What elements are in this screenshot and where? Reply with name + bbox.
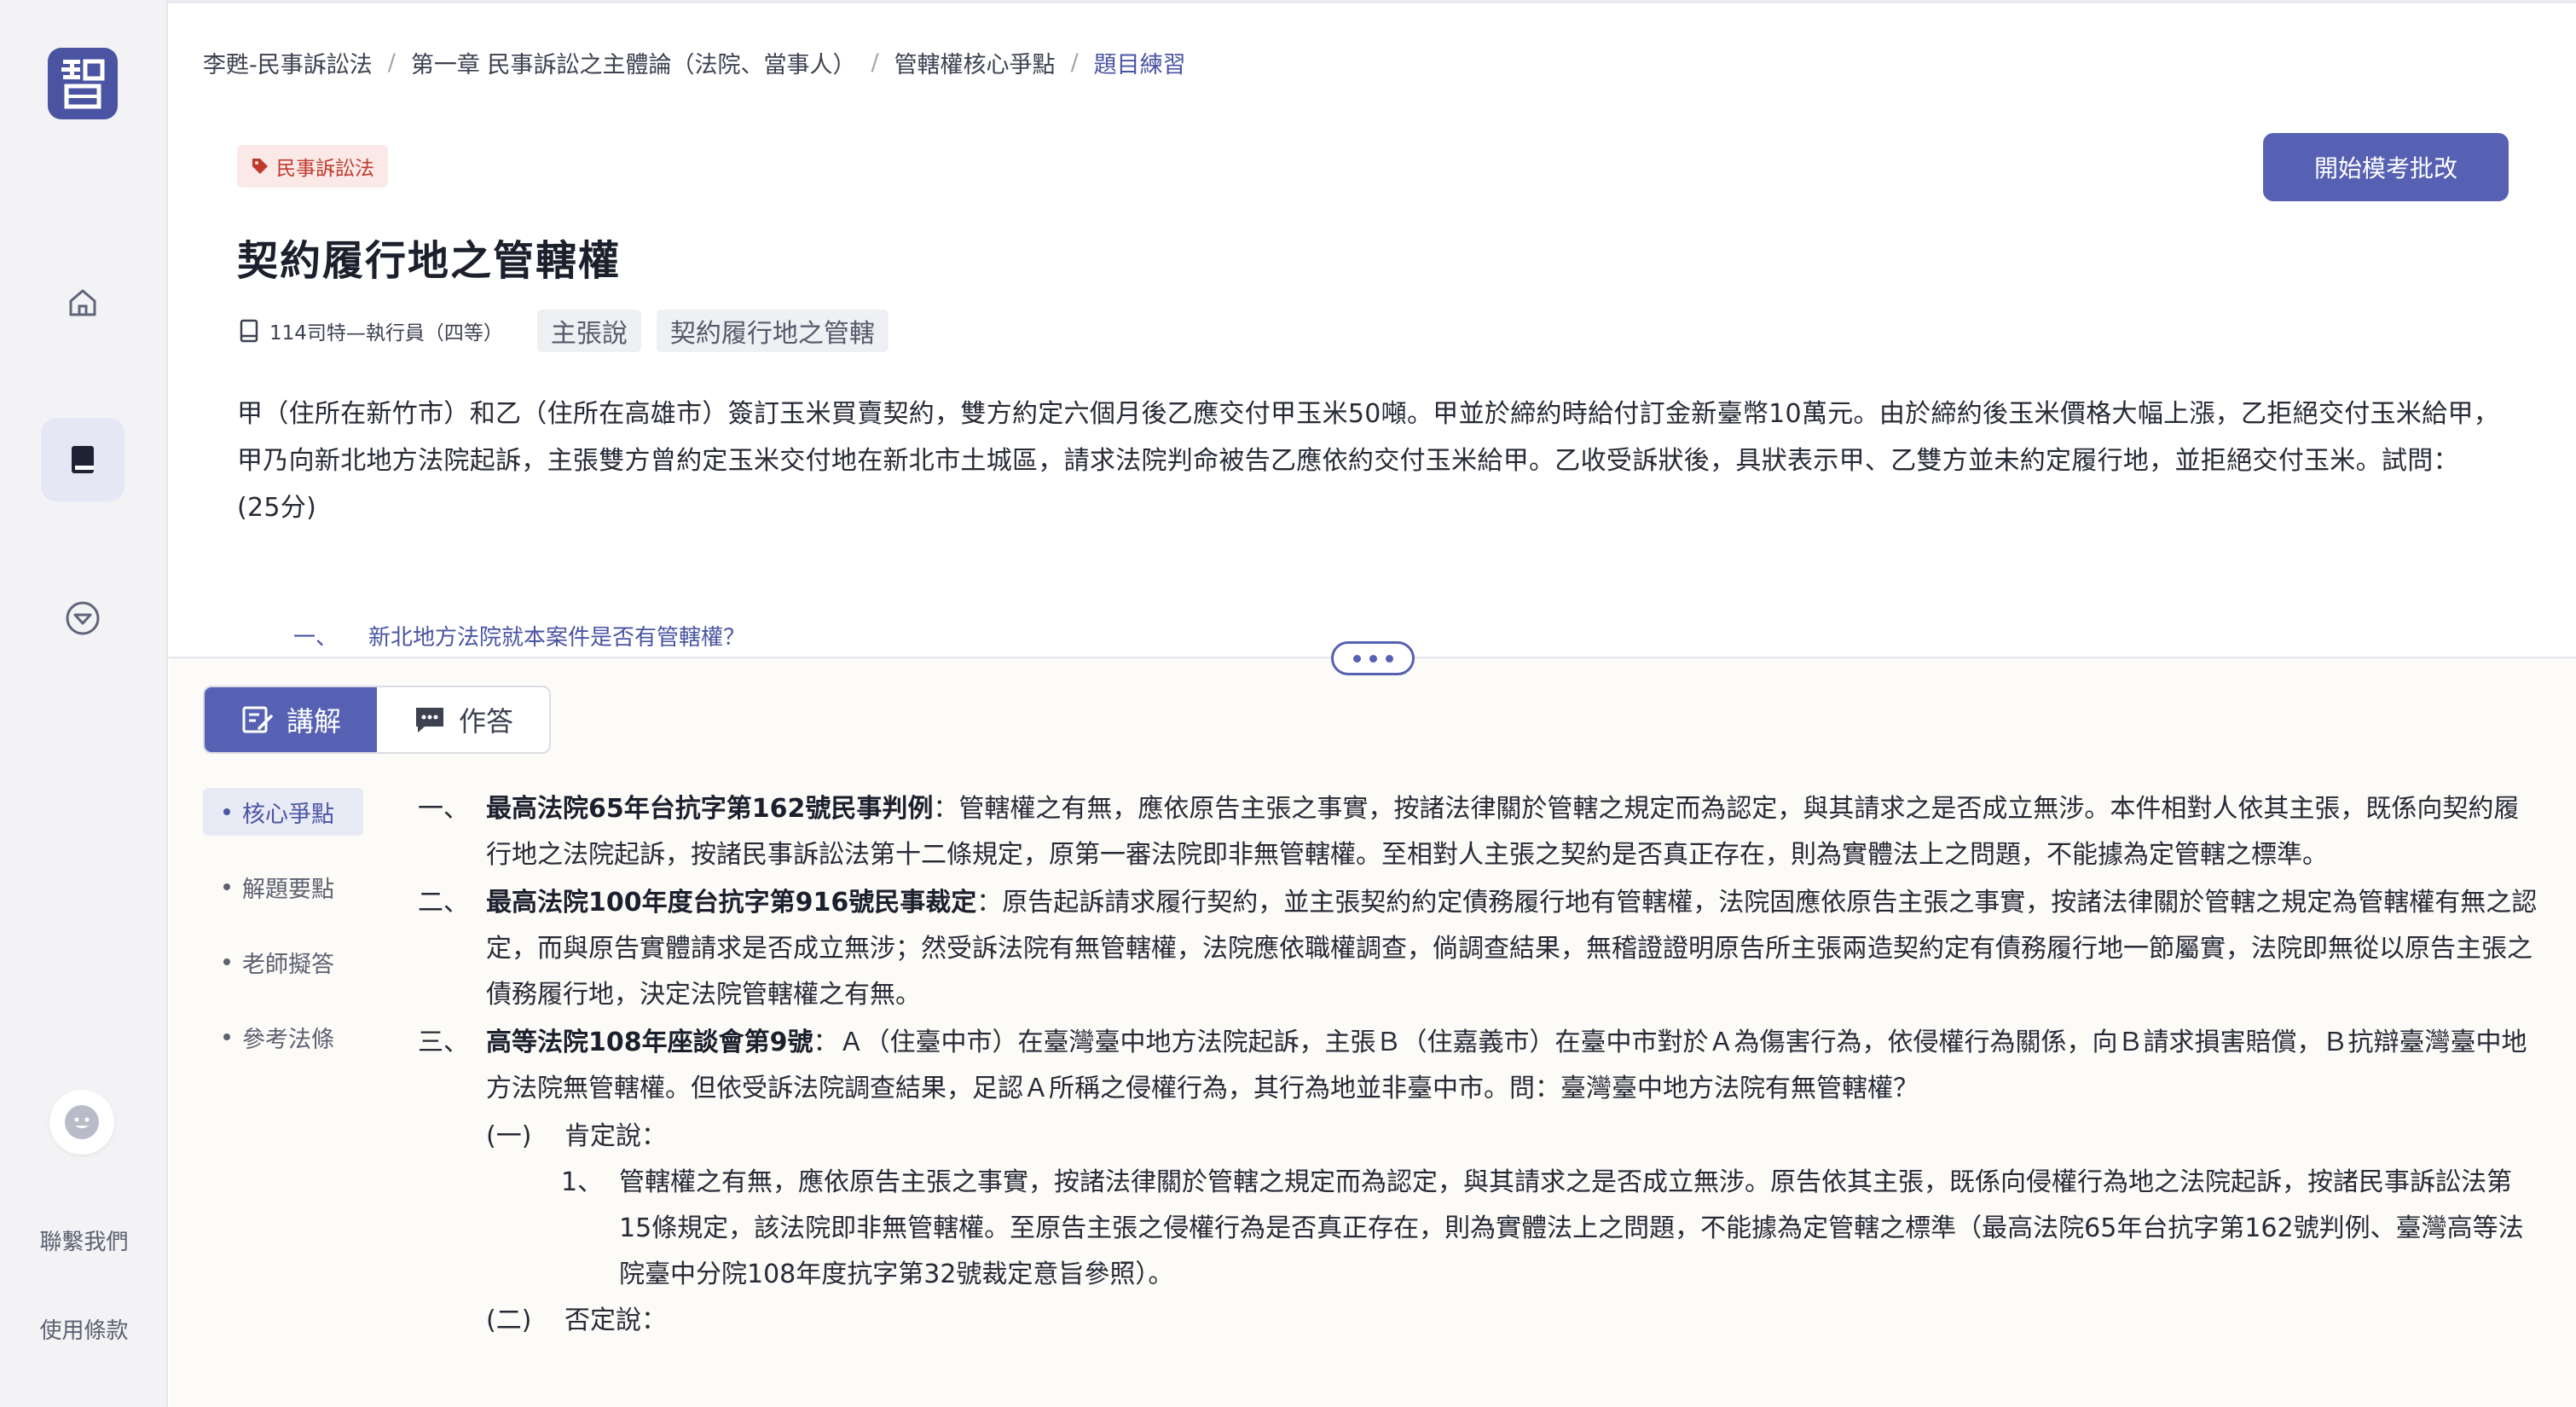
case-item: 二、 最高法院100年度台抗字第916號民事裁定：原告起訴請求履行契約，並主張契… [418, 880, 2538, 1018]
user-avatar[interactable] [49, 1090, 114, 1155]
question-text: 甲（住所在新竹市）和乙（住所在高雄市）簽訂玉米買賣契約，雙方約定六個月後乙應交付… [237, 399, 2500, 476]
section-nav-statutes[interactable]: 參考法條 [203, 1013, 363, 1061]
sub-question[interactable]: 一、 新北地方法院就本案件是否有管轄權？ [293, 620, 745, 651]
logo-glyph-icon [61, 59, 105, 109]
bullet-icon [223, 808, 230, 815]
breadcrumb-separator: / [387, 49, 396, 76]
smiley-avatar-icon [65, 1105, 99, 1139]
tab-explain[interactable]: 講解 [205, 687, 377, 752]
bullet-icon [223, 1034, 230, 1040]
breadcrumb-topic[interactable]: 管轄權核心爭點 [894, 46, 1056, 79]
keyword-chip[interactable]: 契約履行地之管轄 [656, 310, 889, 352]
exam-source-label: 114司特—執行員（四等） [269, 322, 503, 345]
case-item: 一、 最高法院65年台抗字第162號民事判例：管轄權之有無，應依原告主張之事實，… [418, 786, 2538, 878]
terms-link[interactable]: 使用條款 [0, 1313, 168, 1345]
contact-us-link[interactable]: 聯繫我們 [0, 1225, 168, 1256]
breadcrumb-separator: / [1070, 49, 1079, 76]
dot-icon [1369, 654, 1377, 663]
opinion-point-number: 1、 [561, 1167, 604, 1197]
badge-icon [66, 601, 100, 635]
resize-handle[interactable] [1331, 641, 1415, 675]
question-score: (25分) [237, 493, 317, 523]
start-mock-grading-button[interactable]: 開始模考批改 [2263, 133, 2509, 201]
bullet-icon [223, 958, 230, 965]
subject-tag-label: 民事訴訟法 [276, 158, 374, 180]
breadcrumb-course[interactable]: 李甦-民事訴訟法 [203, 46, 373, 79]
nav-home[interactable] [41, 261, 124, 345]
tab-explain-label: 講解 [286, 705, 341, 738]
case-body: 最高法院100年度台抗字第916號民事裁定：原告起訴請求履行契約，並主張契約約定… [486, 880, 2538, 1018]
top-border [0, 0, 2576, 3]
section-nav-key-points[interactable]: 解題要點 [203, 863, 363, 911]
opinion-point: 1、 管轄權之有無，應依原告主張之事實，按諸法律關於管轄之規定而為認定，與其請求… [418, 1160, 2538, 1298]
dot-icon [1352, 654, 1361, 663]
case-title: 最高法院65年台抗字第162號民事判例 [486, 794, 934, 824]
sub-question-number: 一、 [293, 625, 339, 651]
question-title: 契約履行地之管轄權 [237, 237, 622, 285]
mode-tabs: 講解 作答 [203, 686, 551, 754]
opinion-number: (一) [486, 1121, 532, 1151]
sub-question-text: 新北地方法院就本案件是否有管轄權？ [368, 625, 746, 651]
subject-tag: 民事訴訟法 [237, 145, 388, 188]
dot-icon [1385, 654, 1393, 663]
case-body: 高等法院108年座談會第9號：Ａ（住臺中市）在臺灣臺中地方法院起訴，主張Ｂ（住嘉… [486, 1020, 2538, 1112]
edit-note-icon [242, 706, 273, 733]
home-icon [69, 289, 96, 316]
case-title: 最高法院100年度台抗字第916號民事裁定 [486, 888, 977, 918]
section-nav-core-issues[interactable]: 核心爭點 [203, 788, 363, 836]
keyword-chip[interactable]: 主張說 [536, 310, 641, 352]
section-nav-label: 核心爭點 [242, 801, 334, 828]
case-body: 最高法院65年台抗字第162號民事判例：管轄權之有無，應依原告主張之事實，按諸法… [486, 786, 2538, 878]
tag-icon [252, 159, 268, 174]
breadcrumb: 李甦-民事訴訟法 / 第一章 民事訴訟之主體論（法院、當事人） / 管轄權核心爭… [203, 46, 1186, 79]
breadcrumb-separator: / [871, 49, 879, 76]
notebook-icon [240, 319, 258, 343]
opinion-label: 否定說： [564, 1306, 667, 1335]
question-body: 甲（住所在新竹市）和乙（住所在高雄市）簽訂玉米買賣契約，雙方約定六個月後乙應交付… [237, 391, 2505, 531]
chat-icon [415, 708, 443, 732]
tab-answer-label: 作答 [458, 705, 513, 738]
explanation-content: 一、 最高法院65年台抗字第162號民事判例：管轄權之有無，應依原告主張之事實，… [418, 786, 2538, 1344]
case-number: 一、 [418, 794, 469, 824]
opinion-point-text: 管轄權之有無，應依原告主張之事實，按諸法律關於管轄之規定而為認定，與其請求之是否… [619, 1167, 2524, 1289]
section-nav-label: 老師擬答 [242, 951, 334, 978]
tab-answer[interactable]: 作答 [377, 687, 549, 752]
breadcrumb-current: 題目練習 [1093, 52, 1186, 78]
bullet-icon [223, 883, 230, 890]
nav-badge[interactable] [41, 576, 124, 660]
exam-source: 114司特—執行員（四等） [239, 316, 503, 345]
case-title: 高等法院108年座談會第9號 [486, 1028, 813, 1057]
opinion-heading: (二) 否定說： [418, 1298, 2538, 1344]
case-number: 三、 [418, 1028, 469, 1057]
question-meta: 114司特—執行員（四等） 主張說 契約履行地之管轄 [239, 309, 889, 353]
section-nav-model-answer[interactable]: 老師擬答 [203, 938, 363, 986]
breadcrumb-chapter[interactable]: 第一章 民事訴訟之主體論（法院、當事人） [411, 46, 856, 79]
opinion-heading: (一) 肯定說： [418, 1114, 2538, 1160]
opinion-number: (二) [486, 1306, 532, 1335]
app-logo[interactable] [48, 48, 118, 119]
section-nav-label: 參考法條 [242, 1026, 334, 1053]
opinion-label: 肯定說： [564, 1121, 667, 1151]
nav-library[interactable] [41, 418, 124, 501]
book-icon [72, 446, 94, 473]
case-item: 三、 高等法院108年座談會第9號：Ａ（住臺中市）在臺灣臺中地方法院起訴，主張Ｂ… [418, 1020, 2538, 1112]
section-nav: 核心爭點 解題要點 老師擬答 參考法條 [203, 788, 363, 1088]
section-nav-label: 解題要點 [242, 876, 334, 903]
case-number: 二、 [418, 888, 469, 918]
sidebar: 聯繫我們 使用條款 [0, 0, 168, 1407]
